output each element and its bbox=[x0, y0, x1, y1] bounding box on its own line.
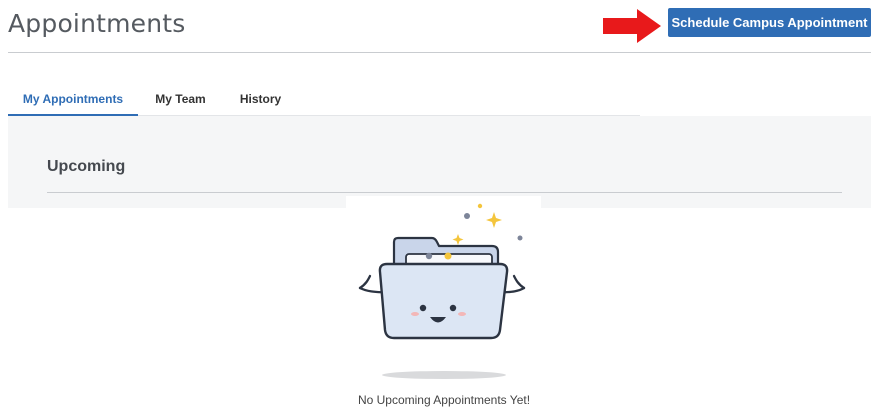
section-divider bbox=[47, 192, 842, 193]
tab-my-team[interactable]: My Team bbox=[138, 86, 223, 116]
schedule-campus-appointment-button[interactable]: Schedule Campus Appointment bbox=[668, 8, 871, 37]
page-title: Appointments bbox=[8, 9, 186, 38]
tab-my-appointments[interactable]: My Appointments bbox=[8, 86, 138, 116]
empty-state-message: No Upcoming Appointments Yet! bbox=[357, 393, 531, 407]
upcoming-section: Upcoming bbox=[8, 116, 871, 208]
tab-history[interactable]: History bbox=[223, 86, 298, 116]
tab-bar: My Appointments My Team History bbox=[8, 86, 640, 116]
happy-folder-icon bbox=[358, 203, 526, 379]
header-divider bbox=[8, 52, 871, 53]
section-title: Upcoming bbox=[47, 158, 126, 175]
red-arrow-icon bbox=[603, 9, 661, 43]
